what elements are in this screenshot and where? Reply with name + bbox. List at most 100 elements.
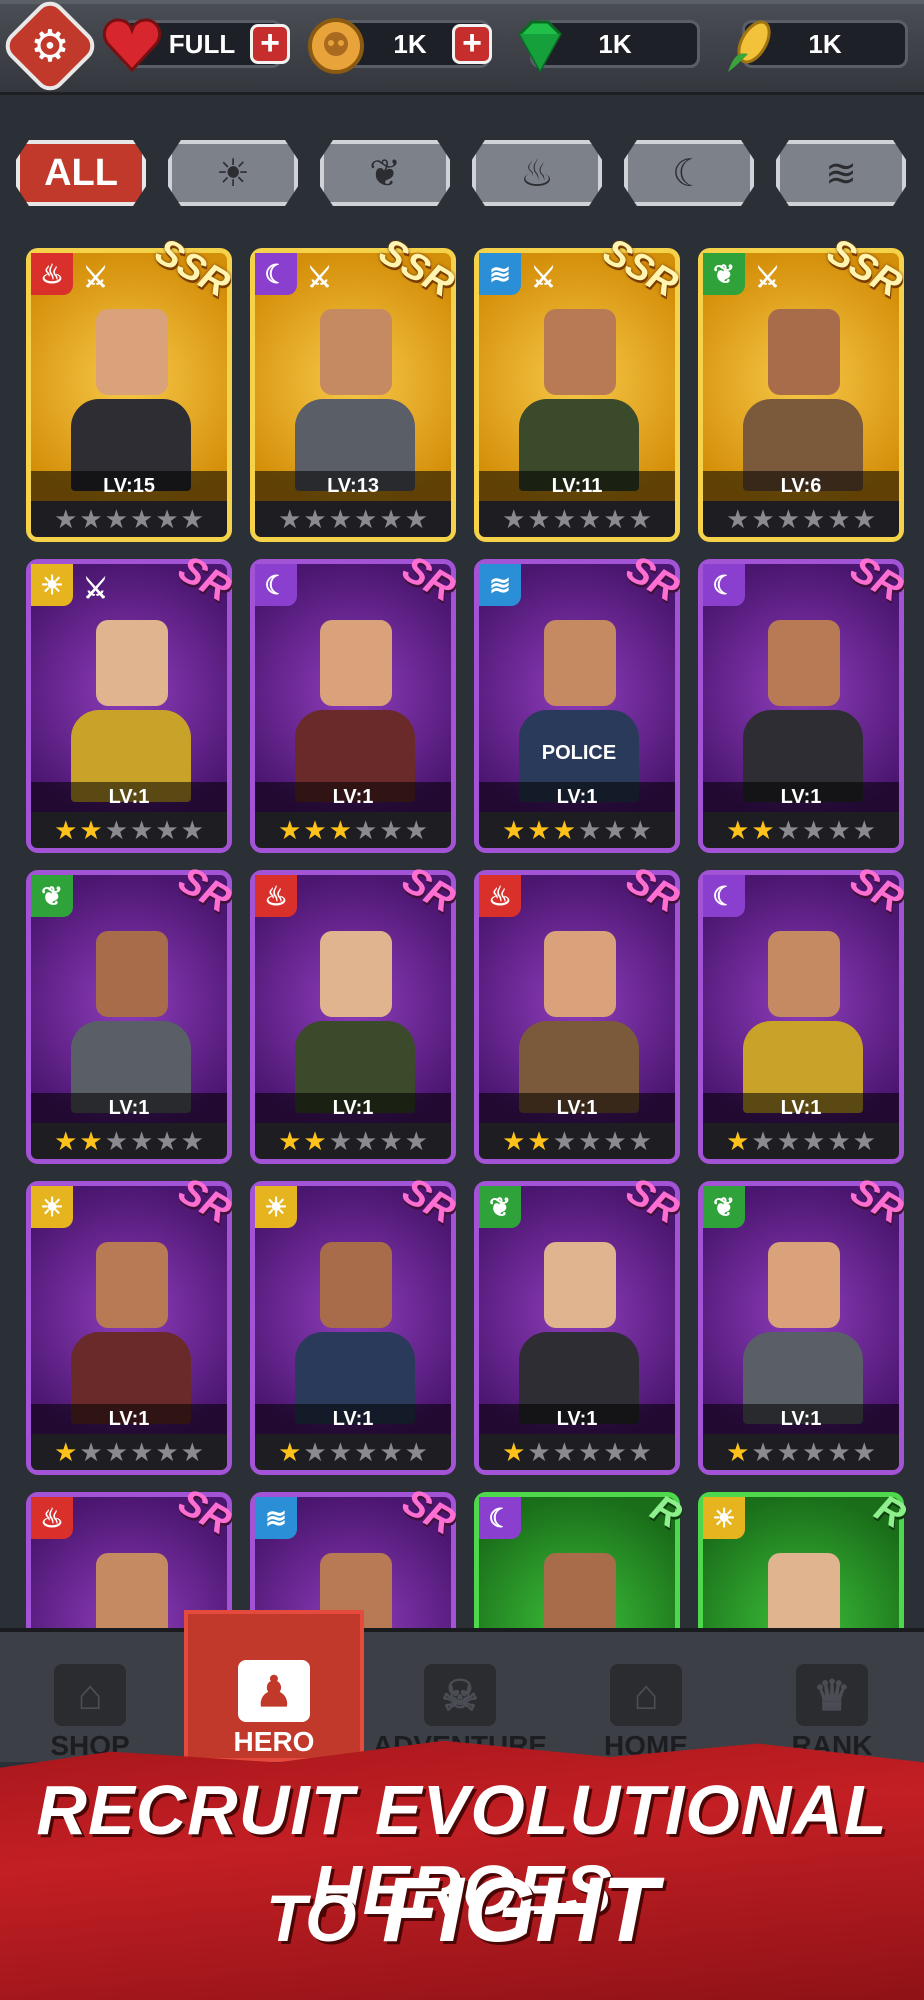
star-icon: ★ bbox=[578, 1126, 602, 1156]
hero-card[interactable]: ❦ ⚔ SSR LV:6 ★ ★ ★ ★ ★ ★ bbox=[698, 240, 909, 542]
star-icon: ★ bbox=[603, 1437, 627, 1467]
star-icon: ★ bbox=[502, 1437, 526, 1467]
hero-card[interactable]: ☀ SR LV:1 ★ ★ ★ ★ ★ ★ bbox=[250, 1170, 462, 1475]
star-icon: ★ bbox=[130, 815, 154, 845]
star-icon: ★ bbox=[54, 1126, 78, 1156]
hero-card[interactable]: ≋ ⚔ SSR LV:11 ★ ★ ★ ★ ★ ★ bbox=[474, 240, 685, 542]
moon-element-icon: ☾ bbox=[255, 564, 297, 606]
moon-element-icon: ☾ bbox=[479, 1497, 521, 1539]
hero-card[interactable]: ☾ ⚔ SSR LV:13 ★ ★ ★ ★ ★ ★ bbox=[250, 240, 461, 542]
filter-water-button[interactable]: ≋ bbox=[776, 140, 906, 206]
star-icon: ★ bbox=[852, 1437, 876, 1467]
hero-card[interactable]: ♨ ⚔ SSR LV:15 ★ ★ ★ ★ ★ ★ bbox=[26, 240, 237, 542]
star-icon: ★ bbox=[130, 1437, 154, 1467]
filter-leaf-button[interactable]: ❦ bbox=[320, 140, 450, 206]
hero-level: LV:1 bbox=[255, 1404, 451, 1434]
heart-icon bbox=[102, 18, 162, 73]
nav-home[interactable]: ⌂ HOME bbox=[556, 1642, 736, 1762]
fire-element-icon: ♨ bbox=[31, 1497, 73, 1539]
rarity-badge: SSR bbox=[819, 240, 909, 306]
star-icon: ★ bbox=[303, 1126, 327, 1156]
star-icon: ★ bbox=[404, 1126, 428, 1156]
hero-head bbox=[320, 931, 392, 1017]
filter-all-button[interactable]: ALL bbox=[16, 140, 146, 206]
nav-hero-label: HERO bbox=[233, 1726, 315, 1757]
hero-card[interactable]: ≋ SR POLICE LV:1 ★ ★ ★ ★ ★ ★ bbox=[474, 548, 686, 853]
rarity-badge: SR bbox=[843, 858, 911, 922]
star-rating: ★ ★ ★ ★ ★ ★ bbox=[255, 501, 451, 537]
hero-card[interactable]: ☾ SR LV:1 ★ ★ ★ ★ ★ ★ bbox=[698, 859, 910, 1164]
hero-level: LV:1 bbox=[479, 1404, 675, 1434]
hero-portrait bbox=[71, 1545, 191, 1630]
sun-element-icon: ☀ bbox=[703, 1497, 745, 1539]
rarity-badge: SR bbox=[171, 858, 239, 922]
add-hearts-button[interactable]: + bbox=[250, 24, 290, 64]
rarity-badge: SR bbox=[395, 1169, 463, 1233]
star-icon: ★ bbox=[155, 1126, 179, 1156]
star-icon: ★ bbox=[726, 1126, 750, 1156]
hero-card[interactable]: ☀ SR LV:1 ★ ★ ★ ★ ★ ★ bbox=[26, 1170, 238, 1475]
filter-all-label: ALL bbox=[44, 151, 118, 194]
rarity-badge: SR bbox=[171, 547, 239, 611]
add-coins-button[interactable]: + bbox=[452, 24, 492, 64]
crossed-swords-icon: ⚔ bbox=[307, 262, 333, 293]
skull-coin-icon bbox=[308, 18, 364, 74]
promo-fight-word: FIGHT bbox=[382, 1859, 658, 1961]
star-icon: ★ bbox=[180, 1437, 204, 1467]
hero-card[interactable]: ☾ SR LV:1 ★ ★ ★ ★ ★ ★ bbox=[698, 548, 910, 853]
star-rating: ★ ★ ★ ★ ★ ★ bbox=[703, 1123, 899, 1159]
rarity-badge: SR bbox=[171, 1169, 239, 1233]
star-icon: ★ bbox=[776, 504, 800, 534]
hero-head bbox=[768, 620, 840, 706]
hero-card[interactable]: ♨ SR LV:1 ★ ★ ★ ★ ★ ★ bbox=[474, 859, 686, 1164]
star-icon: ★ bbox=[628, 815, 652, 845]
star-icon: ★ bbox=[79, 504, 103, 534]
star-icon: ★ bbox=[552, 815, 576, 845]
hero-card[interactable]: ☀ R bbox=[698, 1487, 912, 1630]
hero-card[interactable]: ♨ SR LV:1 ★ ★ ★ ★ ★ ★ bbox=[250, 859, 462, 1164]
filter-fire-button[interactable]: ♨ bbox=[472, 140, 602, 206]
nav-shop[interactable]: ⌂ SHOP bbox=[0, 1642, 180, 1762]
hero-card[interactable]: ☾ R bbox=[474, 1487, 688, 1630]
hero-card[interactable]: ☾ SR LV:1 ★ ★ ★ ★ ★ ★ bbox=[250, 548, 462, 853]
star-icon: ★ bbox=[404, 815, 428, 845]
crossed-swords-icon: ⚔ bbox=[83, 262, 109, 293]
star-icon: ★ bbox=[802, 504, 826, 534]
hero-card[interactable]: ☀ ⚔ SR LV:1 ★ ★ ★ ★ ★ ★ bbox=[26, 548, 238, 853]
hero-portrait bbox=[71, 612, 191, 802]
star-icon: ★ bbox=[130, 504, 154, 534]
hero-level: LV:1 bbox=[479, 782, 675, 812]
hero-card[interactable]: ❦ SR LV:1 ★ ★ ★ ★ ★ ★ bbox=[474, 1170, 686, 1475]
promo-subheadline: TO FIGHT bbox=[0, 1858, 924, 1963]
filter-moon-button[interactable]: ☾ bbox=[624, 140, 754, 206]
nav-hero[interactable]: ♟ HERO bbox=[184, 1610, 364, 1762]
rarity-badge: SR bbox=[843, 1169, 911, 1233]
moon-element-icon: ☾ bbox=[255, 253, 297, 295]
star-icon: ★ bbox=[726, 504, 750, 534]
nav-rank[interactable]: ♛ RANK bbox=[742, 1642, 922, 1762]
star-rating: ★ ★ ★ ★ ★ ★ bbox=[479, 812, 675, 848]
water-icon: ≋ bbox=[825, 152, 857, 195]
hero-portrait bbox=[71, 1234, 191, 1424]
water-element-icon: ≋ bbox=[479, 253, 521, 295]
map-skull-icon: ☠ bbox=[424, 1664, 496, 1726]
filter-sun-button[interactable]: ☀ bbox=[168, 140, 298, 206]
rarity-badge: R bbox=[643, 1487, 688, 1538]
star-icon: ★ bbox=[502, 815, 526, 845]
star-rating: ★ ★ ★ ★ ★ ★ bbox=[479, 1123, 675, 1159]
star-rating: ★ ★ ★ ★ ★ ★ bbox=[31, 812, 227, 848]
hero-head bbox=[96, 1553, 168, 1630]
hero-level: LV:1 bbox=[703, 1404, 899, 1434]
star-icon: ★ bbox=[578, 1437, 602, 1467]
star-rating: ★ ★ ★ ★ ★ ★ bbox=[255, 1123, 451, 1159]
rarity-badge: SR bbox=[619, 858, 687, 922]
star-icon: ★ bbox=[802, 1126, 826, 1156]
hero-card[interactable]: ❦ SR LV:1 ★ ★ ★ ★ ★ ★ bbox=[26, 859, 238, 1164]
star-icon: ★ bbox=[354, 504, 378, 534]
hero-portrait bbox=[519, 1545, 639, 1630]
star-rating: ★ ★ ★ ★ ★ ★ bbox=[31, 1434, 227, 1470]
hero-card[interactable]: ❦ SR LV:1 ★ ★ ★ ★ ★ ★ bbox=[698, 1170, 910, 1475]
hero-head bbox=[320, 620, 392, 706]
resource-bar: ⚙ FULL + 1K + 1K 1K bbox=[0, 0, 924, 97]
star-icon: ★ bbox=[628, 1126, 652, 1156]
